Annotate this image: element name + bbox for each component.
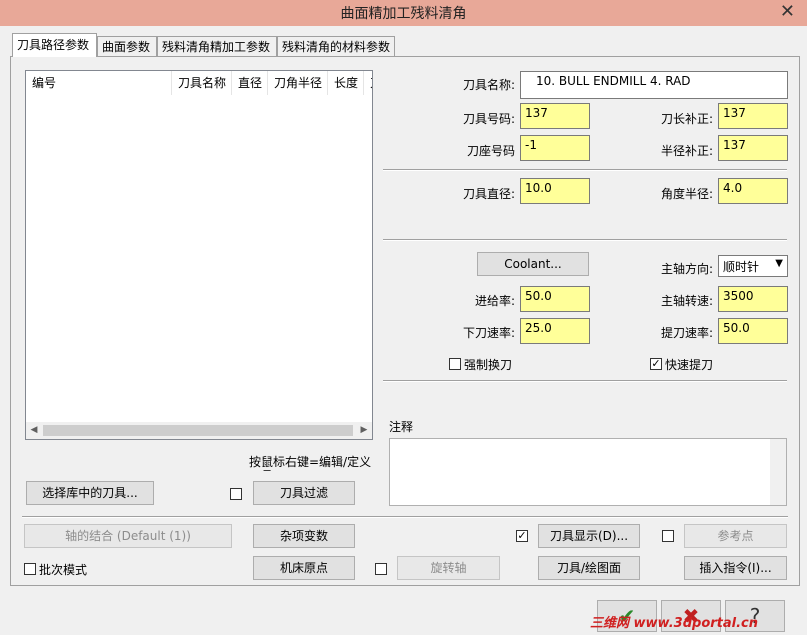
divider: [383, 169, 787, 171]
machine-origin-button[interactable]: 机床原点: [253, 556, 355, 580]
tool-filter-checkbox[interactable]: [230, 488, 242, 500]
force-tool-change-checkbox[interactable]: [449, 358, 461, 370]
corner-radius-field[interactable]: 4.0: [718, 178, 788, 204]
plunge-rate-label: 下刀速率:: [462, 326, 515, 340]
notes-label: 注释: [389, 420, 414, 434]
corner-radius-label: 角度半径:: [660, 187, 713, 201]
rotary-axis-checkbox[interactable]: [375, 563, 387, 575]
tab-surface-params[interactable]: 曲面参数: [97, 36, 157, 56]
rapid-retract-label: 快速提刀: [665, 358, 714, 372]
column-header-number[interactable]: 编号: [26, 71, 172, 95]
dia-offset-field[interactable]: 137: [718, 135, 788, 161]
scroll-right-icon[interactable]: ▶: [356, 422, 372, 439]
misc-values-button[interactable]: 杂项变数: [253, 524, 355, 548]
batch-mode-label: 批次模式: [39, 563, 88, 577]
column-header-corner-radius[interactable]: 刀角半径: [268, 71, 328, 95]
select-library-tool-button[interactable]: 选择库中的刀具...: [26, 481, 154, 505]
holder-number-field[interactable]: -1: [520, 135, 590, 161]
batch-mode-checkbox[interactable]: [24, 563, 36, 575]
scroll-thumb[interactable]: [43, 425, 353, 436]
column-header-truncated[interactable]: 刀: [364, 71, 372, 95]
tab-rest-material-params[interactable]: 残料清角的材料参数: [277, 36, 395, 56]
spindle-direction-select[interactable]: 顺时针 ▼: [718, 255, 788, 277]
feed-rate-field[interactable]: 50.0: [520, 286, 590, 312]
tool-number-field[interactable]: 137: [520, 103, 590, 129]
spindle-speed-label: 主轴转速:: [660, 294, 713, 308]
column-header-tool-name[interactable]: 刀具名称: [172, 71, 232, 95]
rotary-axis-button[interactable]: 旋转轴: [397, 556, 500, 580]
coolant-button[interactable]: Coolant...: [477, 252, 589, 276]
ref-point-button[interactable]: 参考点: [684, 524, 787, 548]
retract-rate-field[interactable]: 50.0: [718, 318, 788, 344]
tool-diameter-field[interactable]: 10.0: [520, 178, 590, 204]
column-header-diameter[interactable]: 直径: [232, 71, 268, 95]
tab-rest-finish-params[interactable]: 残料清角精加工参数: [157, 36, 277, 56]
tab-toolpath-params[interactable]: 刀具路径参数: [12, 33, 97, 57]
tool-list-hscroll[interactable]: ◀ ▶: [26, 422, 372, 439]
watermark: 三维网 www.3dportal.cn: [590, 616, 759, 631]
notes-vscroll[interactable]: [770, 439, 786, 505]
tool-plane-button[interactable]: 刀具/绘图面: [538, 556, 640, 580]
tool-list[interactable]: 编号 刀具名称 直径 刀角半径 长度 刀: [25, 70, 373, 440]
ref-point-checkbox[interactable]: [662, 530, 674, 542]
divider: [22, 516, 788, 518]
spindle-direction-label: 主轴方向:: [660, 262, 713, 276]
holder-number-label: 刀座号码: [466, 144, 515, 158]
rapid-retract-checkbox[interactable]: ✓: [650, 358, 662, 370]
force-tool-change-label: 强制换刀: [464, 358, 513, 372]
plunge-rate-field[interactable]: 25.0: [520, 318, 590, 344]
insert-command-button[interactable]: 插入指令(I)...: [684, 556, 787, 580]
chevron-down-icon: ▼: [775, 258, 783, 269]
length-offset-label: 刀长补正:: [660, 112, 713, 126]
tool-name-label: 刀具名称:: [462, 78, 515, 92]
feed-rate-label: 进给率:: [474, 294, 515, 308]
title-bar: 曲面精加工残料清角 ✕: [0, 0, 807, 26]
tool-number-label: 刀具号码:: [462, 112, 515, 126]
tool-name-field[interactable]: 10. BULL ENDMILL 4. RAD: [520, 71, 788, 99]
divider: [383, 239, 787, 241]
column-header-length[interactable]: 长度: [328, 71, 364, 95]
tool-filter-button[interactable]: 刀具过滤: [253, 481, 355, 505]
spindle-speed-field[interactable]: 3500: [718, 286, 788, 312]
divider: [383, 380, 787, 382]
notes-textarea[interactable]: [389, 438, 787, 506]
window-title: 曲面精加工残料清角: [340, 6, 467, 22]
right-click-hint: 按鼠标右键=编辑/定义刀具: [249, 455, 372, 471]
dia-offset-label: 半径补正:: [660, 144, 713, 158]
tool-display-button[interactable]: 刀具显示(D)...: [538, 524, 640, 548]
retract-rate-label: 提刀速率:: [660, 326, 713, 340]
length-offset-field[interactable]: 137: [718, 103, 788, 129]
scroll-left-icon[interactable]: ◀: [26, 422, 42, 439]
tool-diameter-label: 刀具直径:: [462, 187, 515, 201]
tool-display-checkbox[interactable]: ✓: [516, 530, 528, 542]
spindle-direction-value: 顺时针: [723, 260, 760, 274]
axis-combination-button[interactable]: 轴的结合 (Default (1)): [24, 524, 232, 548]
close-icon[interactable]: ✕: [780, 1, 795, 22]
